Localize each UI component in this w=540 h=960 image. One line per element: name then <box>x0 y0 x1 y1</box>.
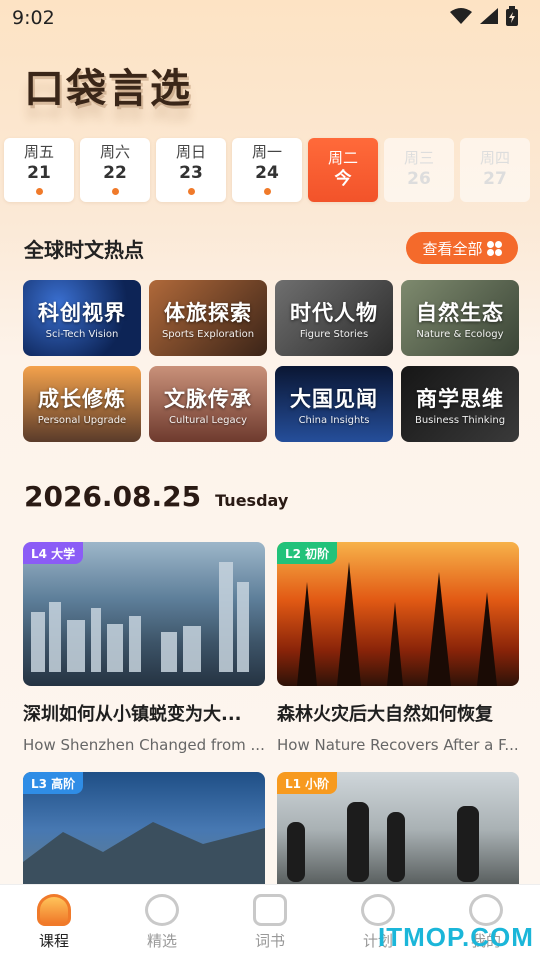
topic-card-business[interactable]: 商学思维 Business Thinking <box>401 366 519 442</box>
wifi-icon <box>450 7 472 29</box>
weekday-text: Tuesday <box>215 491 289 510</box>
topic-title: 自然生态 <box>416 299 504 325</box>
day-wed: 周三 26 <box>384 138 454 202</box>
article-card[interactable]: L4 大学 深圳如何从小镇蜕变为大... How Shenzhen Change… <box>23 542 265 754</box>
view-all-button[interactable]: 查看全部 <box>406 232 518 264</box>
article-title: 森林火灾后大自然如何恢复 <box>277 704 493 725</box>
day-number: 今 <box>334 169 352 189</box>
status-icons <box>450 5 518 31</box>
status-bar: 9:02 <box>0 0 540 36</box>
day-number: 23 <box>179 163 203 183</box>
day-thu: 周四 27 <box>460 138 530 202</box>
signal-icon <box>480 7 498 29</box>
book-icon <box>253 894 287 926</box>
topic-subtitle: Personal Upgrade <box>37 414 127 426</box>
completed-dot <box>187 188 195 195</box>
topic-title: 大国见闻 <box>290 385 378 411</box>
topic-subtitle: Business Thinking <box>414 414 506 426</box>
topic-card-sci-tech[interactable]: 科创视界 Sci-Tech Vision <box>23 280 141 356</box>
topic-subtitle: Figure Stories <box>299 328 369 340</box>
day-sun[interactable]: 周日 23 <box>156 138 226 202</box>
clover-icon <box>486 240 502 256</box>
watermark: ITMOP.COM <box>378 922 534 952</box>
day-fri[interactable]: 周五 21 <box>4 138 74 202</box>
topic-subtitle: China Insights <box>298 414 370 426</box>
article-thumbnail: L2 初阶 <box>277 542 519 686</box>
level-badge: L3 高阶 <box>23 772 84 794</box>
day-number: 21 <box>27 163 51 183</box>
topic-subtitle: Nature & Ecology <box>416 328 504 340</box>
topic-subtitle: Sports Exploration <box>161 328 255 340</box>
day-name: 周二 <box>327 149 358 167</box>
date-text: 2026.08.25 <box>24 480 202 513</box>
day-name: 周四 <box>479 149 510 167</box>
battery-icon <box>506 5 518 31</box>
article-card[interactable]: L2 初阶 森林火灾后大自然如何恢复 How Nature Recovers A… <box>277 542 519 754</box>
topic-title: 文脉传承 <box>164 385 252 411</box>
day-name: 周日 <box>175 143 206 161</box>
day-name: 周六 <box>99 143 130 161</box>
day-mon[interactable]: 周一 24 <box>232 138 302 202</box>
day-today[interactable]: 周二 今 <box>308 138 378 202</box>
day-number: 22 <box>103 163 127 183</box>
topic-card-figures[interactable]: 时代人物 Figure Stories <box>275 280 393 356</box>
topic-card-sports[interactable]: 体旅探索 Sports Exploration <box>149 280 267 356</box>
level-badge: L1 小阶 <box>277 772 338 794</box>
app-logo: 口袋言选 <box>24 65 192 112</box>
day-number: 24 <box>255 163 279 183</box>
completed-dot <box>111 188 119 195</box>
topic-title: 体旅探索 <box>164 299 252 325</box>
topic-card-nature[interactable]: 自然生态 Nature & Ecology <box>401 280 519 356</box>
tab-label: 词书 <box>254 932 285 950</box>
topic-grid: 科创视界 Sci-Tech Vision 体旅探索 Sports Explora… <box>23 280 521 442</box>
status-time: 9:02 <box>12 7 55 29</box>
completed-dot <box>263 188 271 195</box>
level-badge: L4 大学 <box>23 542 84 564</box>
completed-dot <box>35 188 43 195</box>
day-name: 周五 <box>23 143 54 161</box>
day-name: 周一 <box>251 143 282 161</box>
section-title-hot-topics: 全球时文热点 <box>24 238 144 262</box>
topic-title: 商学思维 <box>416 385 504 411</box>
topic-title: 科创视界 <box>38 299 126 325</box>
day-number: 26 <box>407 169 431 189</box>
day-name: 周三 <box>403 149 434 167</box>
topic-card-culture[interactable]: 文脉传承 Cultural Legacy <box>149 366 267 442</box>
level-badge: L2 初阶 <box>277 542 338 564</box>
day-number: 27 <box>483 169 507 189</box>
article-subtitle: How Shenzhen Changed from ... <box>23 736 265 754</box>
tab-label: 课程 <box>38 932 69 950</box>
topic-title: 时代人物 <box>290 299 378 325</box>
view-all-label: 查看全部 <box>422 239 483 258</box>
tab-courses[interactable]: 课程 <box>14 894 94 951</box>
article-thumbnail: L4 大学 <box>23 542 265 686</box>
topic-card-china[interactable]: 大国见闻 China Insights <box>275 366 393 442</box>
date-header: 2026.08.25 Tuesday <box>24 480 288 513</box>
tab-label: 精选 <box>146 932 177 950</box>
topic-card-growth[interactable]: 成长修炼 Personal Upgrade <box>23 366 141 442</box>
disc-icon <box>145 894 179 926</box>
article-title: 深圳如何从小镇蜕变为大... <box>23 704 242 725</box>
day-sat[interactable]: 周六 22 <box>80 138 150 202</box>
tab-wordbook[interactable]: 词书 <box>230 894 310 951</box>
tab-featured[interactable]: 精选 <box>122 894 202 951</box>
topic-subtitle: Sci-Tech Vision <box>45 328 119 340</box>
topic-title: 成长修炼 <box>38 385 126 411</box>
article-subtitle: How Nature Recovers After a F... <box>277 736 519 754</box>
topic-subtitle: Cultural Legacy <box>169 414 247 426</box>
headphones-icon <box>37 894 71 926</box>
week-date-strip: 周五 21 周六 22 周日 23 周一 24 周二 今 周三 26 周四 27 <box>4 138 536 202</box>
